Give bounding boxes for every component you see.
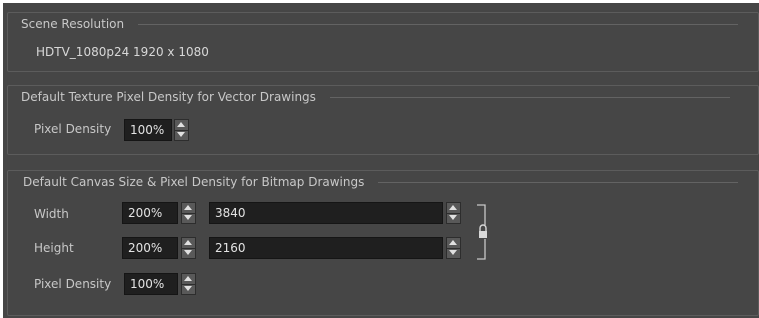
decrement-arrow-icon[interactable] xyxy=(182,248,195,258)
decrement-arrow-icon[interactable] xyxy=(447,248,460,258)
bitmap-pixel-density-stepper[interactable] xyxy=(181,273,196,295)
width-percent-input[interactable]: 200% xyxy=(122,202,178,224)
height-label: Height xyxy=(34,241,74,255)
scene-resolution-group: Scene Resolution HDTV_1080p24 1920 x 108… xyxy=(7,12,759,72)
height-pixels-stepper[interactable] xyxy=(446,237,461,259)
scene-resolution-header: Scene Resolution xyxy=(21,17,739,31)
vector-density-header: Default Texture Pixel Density for Vector… xyxy=(21,90,730,104)
vector-pixel-density-input[interactable]: 100% xyxy=(124,119,172,141)
decrement-arrow-icon[interactable] xyxy=(175,130,188,140)
bitmap-pixel-density-label: Pixel Density xyxy=(34,277,112,291)
preferences-panel: Scene Resolution HDTV_1080p24 1920 x 108… xyxy=(3,3,759,318)
scene-resolution-title: Scene Resolution xyxy=(21,17,125,31)
vector-pixel-density-label: Pixel Density xyxy=(34,122,112,136)
decrement-arrow-icon[interactable] xyxy=(447,213,460,223)
bitmap-canvas-header: Default Canvas Size & Pixel Density for … xyxy=(23,175,739,189)
bitmap-pixel-density-input[interactable]: 100% xyxy=(124,273,178,295)
decrement-arrow-icon[interactable] xyxy=(182,284,195,294)
height-percent-input[interactable]: 200% xyxy=(122,237,178,259)
group-divider xyxy=(138,23,739,25)
width-label: Width xyxy=(34,207,69,221)
vector-density-title: Default Texture Pixel Density for Vector… xyxy=(21,90,316,104)
vector-pixel-density-stepper[interactable] xyxy=(174,119,189,141)
width-percent-stepper[interactable] xyxy=(181,202,196,224)
width-pixels-input[interactable]: 3840 xyxy=(209,202,443,224)
group-divider xyxy=(378,181,739,183)
bitmap-canvas-title: Default Canvas Size & Pixel Density for … xyxy=(23,175,365,189)
decrement-arrow-icon[interactable] xyxy=(182,213,195,223)
vector-density-group: Default Texture Pixel Density for Vector… xyxy=(7,85,759,155)
lock-icon[interactable] xyxy=(473,203,493,263)
scene-resolution-value: HDTV_1080p24 1920 x 1080 xyxy=(36,45,209,59)
height-percent-stepper[interactable] xyxy=(181,237,196,259)
height-pixels-input[interactable]: 2160 xyxy=(209,237,443,259)
width-pixels-stepper[interactable] xyxy=(446,202,461,224)
bitmap-canvas-group: Default Canvas Size & Pixel Density for … xyxy=(7,170,759,316)
group-divider xyxy=(329,96,730,98)
